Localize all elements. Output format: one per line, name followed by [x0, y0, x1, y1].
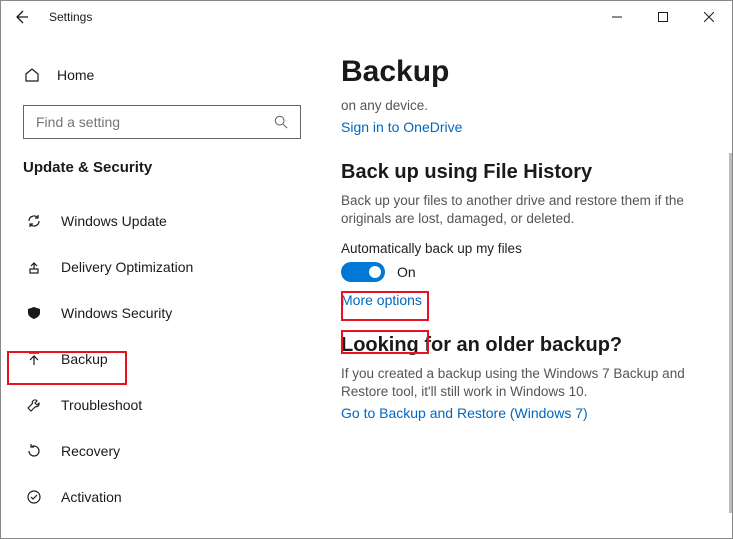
scrollbar[interactable] — [729, 153, 732, 513]
auto-backup-label: Automatically back up my files — [341, 241, 706, 256]
auto-backup-toggle[interactable] — [341, 262, 385, 282]
sidebar-item-troubleshoot[interactable]: Troubleshoot — [23, 382, 301, 428]
back-button[interactable] — [11, 7, 31, 27]
search-input[interactable] — [34, 113, 272, 131]
shield-icon — [25, 304, 43, 322]
sidebar-item-label: Recovery — [61, 443, 120, 459]
close-button[interactable] — [686, 1, 732, 33]
wrench-icon — [25, 396, 43, 414]
signin-onedrive-link[interactable]: Sign in to OneDrive — [341, 119, 706, 135]
activation-icon — [25, 488, 43, 506]
recovery-icon — [25, 442, 43, 460]
sidebar-item-delivery-optimization[interactable]: Delivery Optimization — [23, 244, 301, 290]
sidebar-item-label: Windows Update — [61, 213, 167, 229]
older-backup-heading: Looking for an older backup? — [341, 334, 706, 357]
toggle-thumb — [369, 266, 381, 278]
content-pane: Backup on any device. Sign in to OneDriv… — [341, 33, 732, 538]
window-title: Settings — [49, 10, 92, 24]
sidebar-item-label: Delivery Optimization — [61, 259, 193, 275]
sidebar-item-activation[interactable]: Activation — [23, 474, 301, 520]
search-icon — [272, 113, 290, 131]
minimize-icon — [612, 12, 622, 22]
filehistory-heading: Back up using File History — [341, 161, 706, 184]
sync-icon — [25, 212, 43, 230]
toggle-state-text: On — [397, 264, 416, 280]
backup-icon — [25, 350, 43, 368]
sidebar: Home Update & Security Windows Update — [1, 33, 341, 538]
filehistory-desc: Back up your files to another drive and … — [341, 192, 706, 228]
window-controls — [594, 1, 732, 33]
maximize-icon — [658, 12, 668, 22]
search-box[interactable] — [23, 105, 301, 139]
sidebar-item-backup[interactable]: Backup — [23, 336, 301, 382]
more-options-link[interactable]: More options — [341, 292, 706, 308]
sidebar-item-windows-update[interactable]: Windows Update — [23, 198, 301, 244]
settings-window: Settings Home — [0, 0, 733, 539]
maximize-button[interactable] — [640, 1, 686, 33]
sidebar-item-label: Windows Security — [61, 305, 172, 321]
sidebar-item-label: Backup — [61, 351, 108, 367]
sidebar-item-recovery[interactable]: Recovery — [23, 428, 301, 474]
sidebar-category: Update & Security — [23, 159, 341, 176]
titlebar: Settings — [1, 1, 732, 33]
page-title: Backup — [341, 55, 706, 89]
sidebar-item-label: Activation — [61, 489, 122, 505]
sidebar-item-windows-security[interactable]: Windows Security — [23, 290, 301, 336]
older-backup-desc: If you created a backup using the Window… — [341, 365, 706, 401]
minimize-button[interactable] — [594, 1, 640, 33]
home-label: Home — [57, 67, 94, 83]
backup-restore-win7-link[interactable]: Go to Backup and Restore (Windows 7) — [341, 405, 706, 421]
sidebar-item-label: Troubleshoot — [61, 397, 142, 413]
close-icon — [704, 12, 714, 22]
intro-text: on any device. — [341, 97, 706, 115]
arrow-left-icon — [13, 9, 29, 25]
home-icon — [23, 66, 41, 84]
sidebar-home[interactable]: Home — [23, 61, 341, 89]
delivery-icon — [25, 258, 43, 276]
